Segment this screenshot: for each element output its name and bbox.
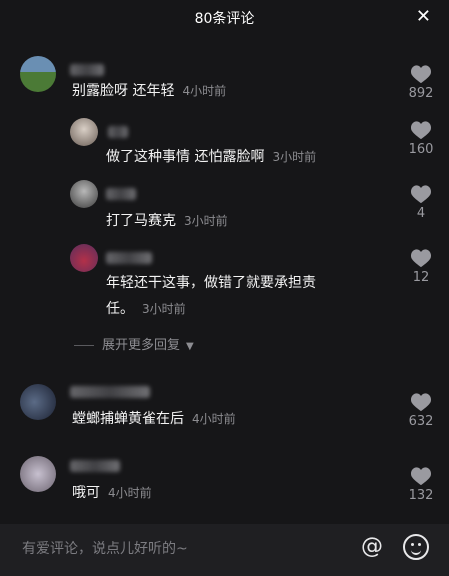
- heart-icon: [410, 121, 432, 140]
- expand-more-replies[interactable]: 展开更多回复 ▼: [74, 334, 194, 353]
- comment-body: 螳螂捕蝉黄雀在后: [72, 411, 184, 427]
- like-button[interactable]: 4: [403, 184, 439, 221]
- avatar[interactable]: [20, 384, 56, 420]
- comments-title: 80条评论: [194, 11, 255, 27]
- heart-icon: [410, 467, 432, 486]
- username-blurred[interactable]: [70, 460, 120, 472]
- heart-icon: [410, 65, 432, 84]
- comment-text: 螳螂捕蝉黄雀在后 4小时前: [72, 406, 236, 432]
- reply-1: 做了这种事情 还怕露脸啊 3小时前: [0, 118, 449, 178]
- comment-body: 哦可: [72, 485, 100, 501]
- like-count: 160: [408, 142, 434, 157]
- heart-icon: [410, 393, 432, 412]
- like-button[interactable]: 892: [403, 64, 439, 101]
- emoji-eye-left: [411, 543, 414, 546]
- username-blurred[interactable]: [106, 188, 136, 200]
- comment-body: 做了这种事情 还怕露脸啊: [106, 149, 265, 165]
- emoji-icon[interactable]: [403, 534, 429, 560]
- divider-line: [74, 345, 94, 346]
- username-blurred[interactable]: [70, 64, 104, 76]
- avatar[interactable]: [20, 56, 56, 92]
- comment-text: 哦可 4小时前: [72, 480, 152, 506]
- comment-3: 哦可 4小时前: [0, 456, 449, 516]
- username-blurred[interactable]: [108, 126, 128, 138]
- like-button[interactable]: 12: [403, 248, 439, 285]
- comment-body: 打了马赛克: [106, 213, 176, 229]
- like-button[interactable]: 160: [403, 120, 439, 157]
- like-count: 132: [408, 488, 434, 503]
- comment-body-line-2: 任。 3小时前: [106, 296, 316, 322]
- comment-body-line-1: 年轻还干这事，做错了就要承担责: [106, 275, 316, 291]
- comment-2: 螳螂捕蝉黄雀在后 4小时前: [0, 382, 449, 442]
- chevron-down-icon: ▼: [186, 341, 194, 352]
- like-button[interactable]: 632: [403, 392, 439, 429]
- comment-text: 别露脸呀 还年轻 4小时前: [72, 78, 226, 104]
- emoji-eye-right: [418, 543, 421, 546]
- comment-time: 3小时前: [272, 150, 317, 164]
- comment-body: 任。: [106, 301, 134, 317]
- avatar[interactable]: [70, 180, 98, 208]
- like-count: 632: [408, 414, 434, 429]
- comment-time: 3小时前: [142, 302, 186, 316]
- heart-icon: [410, 249, 432, 268]
- header: 80条评论 ✕: [0, 0, 449, 36]
- comment-body: 别露脸呀 还年轻: [72, 83, 175, 99]
- expand-more-label: 展开更多回复: [102, 338, 181, 353]
- reply-2: 打了马赛克 3小时前: [0, 180, 449, 236]
- comment-input-bar: 有爱评论，说点儿好听的~ @: [0, 524, 449, 576]
- reply-3: 年轻还干这事，做错了就要承担责 任。 3小时前: [0, 244, 449, 328]
- comment-input[interactable]: 有爱评论，说点儿好听的~: [22, 538, 188, 558]
- comment-text: 年轻还干这事，做错了就要承担责 任。 3小时前: [106, 270, 316, 322]
- emoji-mouth: [411, 548, 421, 555]
- like-count: 892: [408, 86, 434, 101]
- like-count: 4: [416, 206, 426, 221]
- close-icon[interactable]: ✕: [416, 6, 431, 27]
- avatar[interactable]: [70, 118, 98, 146]
- mention-icon[interactable]: @: [361, 534, 383, 559]
- comment-time: 4小时前: [108, 486, 152, 500]
- comment-time: 3小时前: [184, 214, 228, 228]
- username-blurred[interactable]: [106, 252, 152, 264]
- comment-time: 4小时前: [192, 412, 236, 426]
- avatar[interactable]: [70, 244, 98, 272]
- comment-text: 做了这种事情 还怕露脸啊 3小时前: [106, 144, 316, 170]
- like-button[interactable]: 132: [403, 466, 439, 503]
- heart-icon: [410, 185, 432, 204]
- comment-1: 别露脸呀 还年轻 4小时前: [0, 52, 449, 122]
- avatar[interactable]: [20, 456, 56, 492]
- comment-text: 打了马赛克 3小时前: [106, 208, 228, 234]
- username-blurred[interactable]: [70, 386, 150, 398]
- comment-time: 4小时前: [182, 84, 227, 98]
- like-count: 12: [412, 270, 430, 285]
